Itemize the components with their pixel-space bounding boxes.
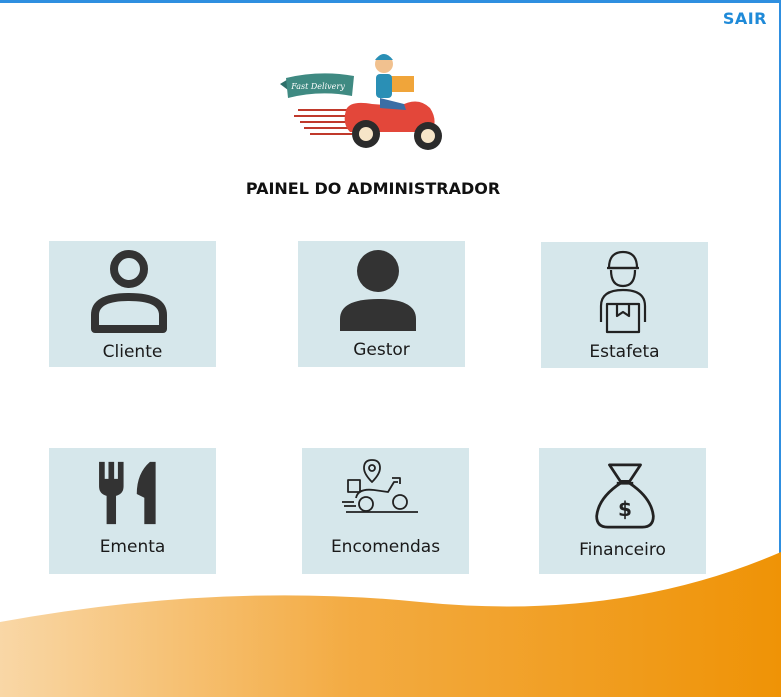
tile-label: Gestor <box>353 340 410 360</box>
delivery-scooter-icon <box>342 459 418 513</box>
money-bag-icon: $ <box>595 463 655 529</box>
tile-label: Cliente <box>102 342 163 362</box>
fork-knife-icon <box>99 461 156 525</box>
logout-button[interactable]: SAIR <box>723 9 767 28</box>
user-outline-icon <box>91 250 167 333</box>
logo-banner-text: Fast Delivery <box>290 82 345 91</box>
page-title: PAINEL DO ADMINISTRADOR <box>245 179 501 198</box>
tile-gestor[interactable]: Gestor <box>298 241 465 367</box>
user-filled-icon <box>340 250 416 331</box>
tile-cliente[interactable]: Cliente <box>49 241 216 367</box>
tile-estafeta[interactable]: Estafeta <box>541 242 708 368</box>
tile-label: Estafeta <box>589 342 660 362</box>
svg-text:$: $ <box>618 497 632 521</box>
fast-delivery-logo: Fast Delivery <box>280 54 442 150</box>
decorative-wave <box>0 552 781 697</box>
courier-icon <box>599 250 647 334</box>
